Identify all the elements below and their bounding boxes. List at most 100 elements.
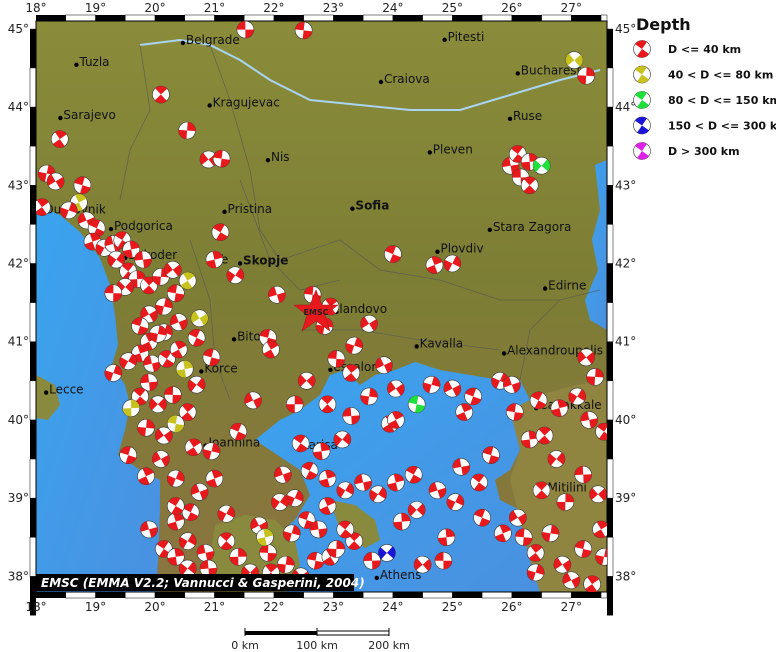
city-dot: [378, 79, 384, 85]
frame-seg-bottom: [362, 591, 394, 599]
frame-seg-bottom: [184, 591, 215, 599]
lon-tick-label: 21°: [204, 1, 225, 15]
legend-label: D <= 40 km: [668, 43, 741, 56]
frame-seg-bottom: [36, 592, 66, 598]
frame-seg-left: [30, 263, 36, 303]
city-label: Pleven: [433, 142, 473, 156]
frame-seg-bottom: [511, 592, 542, 598]
focal-mechanism: [556, 493, 575, 511]
lon-tick-label: 24°: [382, 600, 403, 614]
lat-tick-label: 42°: [8, 256, 29, 270]
lat-tick-label: 43°: [615, 178, 636, 192]
lat-tick-label: 45°: [8, 22, 29, 36]
frame-seg-right: [607, 498, 613, 538]
city-dot: [442, 37, 447, 42]
scale-label-100: 100 km: [296, 639, 338, 652]
frame-seg-right: [606, 67, 614, 108]
city-label: Nis: [271, 150, 290, 164]
frame-seg-bottom: [65, 591, 96, 599]
city-dot: [350, 206, 355, 211]
scale-label-0: 0 km: [231, 639, 259, 652]
city-dot: [435, 249, 440, 254]
lat-tick-label: 43°: [8, 178, 29, 192]
focal-mechanism: [285, 395, 304, 414]
city-dot: [328, 367, 333, 373]
frame-seg-bottom: [600, 591, 608, 599]
city-dot: [222, 209, 227, 215]
frame-seg-left: [30, 185, 36, 225]
frame-seg-bottom: [481, 591, 513, 599]
lat-tick-label: 42°: [615, 256, 636, 270]
frame-seg-bottom: [303, 591, 334, 599]
lon-tick-label: 21°: [204, 600, 225, 614]
lon-tick-label: 25°: [442, 1, 463, 15]
frame-seg-top: [600, 14, 608, 22]
legend-title: Depth: [636, 15, 691, 34]
frame-seg-top: [571, 15, 602, 21]
frame-seg-top: [184, 14, 215, 22]
city-label: Pitesti: [448, 30, 485, 44]
frame-seg-bottom: [333, 592, 364, 598]
city-label: Kavalla: [420, 336, 464, 350]
lon-ticks-bottom: 18° 19° 20° 21° 22° 23° 24° 25° 26° 27°: [25, 600, 582, 614]
lon-tick-label: 26°: [501, 600, 522, 614]
frame-seg-right: [606, 536, 614, 577]
frame-seg-top: [95, 15, 126, 21]
frame-seg-top: [65, 14, 96, 22]
depth-legend: Depth D <= 40 km 40 < D <= 80 km 80 < D <=…: [633, 15, 776, 160]
frame-seg-left: [29, 145, 37, 186]
city-label: Pristina: [228, 202, 273, 216]
frame-seg-top: [303, 14, 334, 22]
lon-tick-label: 18°: [25, 600, 46, 614]
scale-label-200: 200 km: [368, 639, 410, 652]
legend-label: D > 300 km: [668, 145, 740, 158]
city-label: Ruse: [513, 109, 542, 123]
city-dot: [58, 115, 63, 121]
city-dot: [231, 337, 237, 342]
lon-tick-label: 25°: [442, 600, 463, 614]
frame-seg-bottom: [452, 592, 483, 598]
lat-tick-label: 44°: [8, 100, 29, 114]
frame-seg-right: [606, 224, 614, 264]
lon-tick-label: 26°: [501, 1, 522, 15]
frame-seg-left: [30, 419, 36, 460]
city-dot: [501, 351, 507, 356]
lat-tick-label: 39°: [615, 491, 636, 505]
frame-seg-right: [607, 28, 613, 68]
frame-seg-top: [422, 14, 453, 22]
lon-tick-label: 23°: [323, 600, 344, 614]
lat-ticks-left: 38° 39° 40° 41° 42° 43° 44° 45°: [8, 22, 29, 584]
focal-mechanism: [229, 548, 248, 566]
lat-tick-label: 38°: [8, 569, 29, 583]
frame-seg-bottom: [273, 592, 304, 598]
city-dot: [487, 227, 493, 233]
lon-tick-label: 24°: [382, 1, 403, 15]
frame-seg-bottom: [154, 592, 185, 598]
frame-seg-right: [606, 145, 614, 186]
emsc-star-label: EMSC: [303, 308, 328, 317]
city-dot: [199, 369, 204, 374]
frame-seg-top: [333, 15, 364, 21]
seismic-map: 18° 19° 20° 21° 22° 23° 24° 25° 26° 27° 18° 19° 20°…: [8, 1, 776, 652]
city-label: Sofia: [355, 199, 389, 213]
lat-tick-label: 45°: [615, 22, 636, 36]
legend-beachball-icon: [633, 116, 651, 135]
lat-tick-label: 40°: [615, 413, 636, 427]
lat-ticks-right: 38° 39° 40° 41° 42° 43° 44° 45°: [615, 22, 636, 584]
focal-mechanism: [363, 551, 381, 570]
city-dot: [43, 390, 49, 395]
frame-seg-right: [606, 458, 614, 499]
frame-seg-bottom: [541, 591, 572, 599]
frame-seg-left: [30, 498, 36, 538]
frame-seg-top: [362, 14, 394, 22]
lon-tick-label: 22°: [263, 600, 284, 614]
lon-tick-label: 19°: [85, 1, 106, 15]
lon-tick-label: 20°: [144, 600, 165, 614]
frame-seg-top: [36, 15, 66, 21]
city-label: Belgrade: [186, 33, 240, 47]
frame-seg-left: [29, 536, 37, 577]
city-label: landovo: [339, 302, 387, 316]
city-dot: [108, 226, 114, 232]
city-label: Edirne: [548, 279, 586, 293]
frame-seg-left: [29, 302, 37, 342]
